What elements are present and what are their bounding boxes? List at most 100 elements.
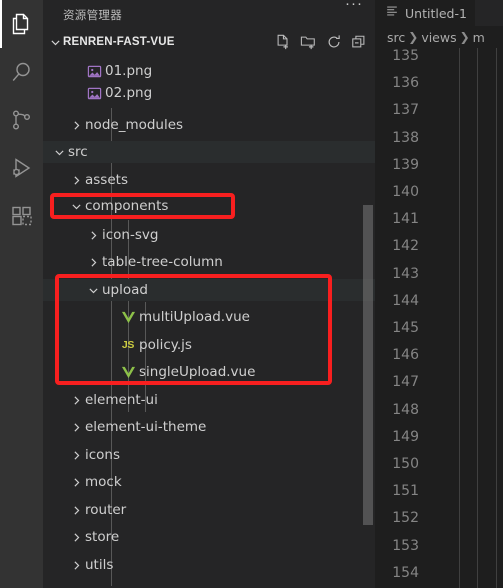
chevron-down-icon[interactable] bbox=[47, 31, 63, 53]
chevron-right-icon[interactable] bbox=[68, 416, 84, 438]
editor-line-number: 139 bbox=[392, 156, 419, 173]
tree-row[interactable]: mock bbox=[43, 471, 375, 493]
chevron-right-icon[interactable] bbox=[85, 251, 101, 273]
chevron-down-icon[interactable] bbox=[51, 141, 67, 163]
tree-row[interactable]: icon-svg bbox=[43, 224, 375, 246]
tree-row[interactable]: assets bbox=[43, 169, 375, 191]
tree-row[interactable]: element-ui-theme bbox=[43, 416, 375, 438]
untitled-file-icon bbox=[385, 4, 399, 23]
tree-row[interactable]: icons bbox=[43, 444, 375, 466]
editor-tab-untitled-1[interactable]: Untitled-1 bbox=[375, 0, 476, 26]
breadcrumb-segment[interactable]: m bbox=[473, 30, 485, 45]
editor-line-number: 141 bbox=[392, 211, 419, 228]
editor-indent-guide bbox=[477, 48, 478, 588]
breadcrumb-segment[interactable]: views bbox=[421, 30, 456, 45]
sidebar-scrollbar[interactable] bbox=[363, 205, 373, 525]
sidebar-more-actions-button[interactable]: ··· bbox=[345, 0, 363, 11]
activity-bar-item-explorer[interactable] bbox=[0, 0, 43, 48]
tree-row[interactable]: multiUpload.vue bbox=[43, 306, 375, 328]
activity-bar-item-source-control[interactable] bbox=[0, 96, 43, 144]
editor-line-number: 145 bbox=[392, 320, 419, 336]
chevron-down-icon[interactable] bbox=[85, 279, 101, 301]
chevron-right-icon[interactable] bbox=[68, 554, 84, 576]
editor-line-number: 148 bbox=[392, 401, 419, 418]
editor-line-number: 150 bbox=[392, 456, 419, 472]
editor-line-number: 138 bbox=[392, 129, 419, 146]
tree-row-label: router bbox=[85, 502, 127, 518]
image-file-icon bbox=[84, 82, 104, 104]
tree-row[interactable]: table-tree-column bbox=[43, 251, 375, 273]
editor-line-number: 142 bbox=[392, 238, 419, 255]
chevron-right-icon[interactable] bbox=[68, 526, 84, 548]
vscode-window: 资源管理器 ··· RENREN-FAST-VUE 01.png 02.png … bbox=[0, 0, 503, 588]
editor-line-number: 143 bbox=[392, 265, 419, 282]
tree-row[interactable]: store bbox=[43, 526, 375, 548]
chevron-right-icon[interactable] bbox=[68, 444, 84, 466]
activity-bar-item-run-and-debug[interactable] bbox=[0, 144, 43, 192]
explorer-sidebar: 资源管理器 ··· RENREN-FAST-VUE 01.png 02.png … bbox=[43, 0, 375, 588]
tree-row-label: table-tree-column bbox=[102, 254, 223, 270]
tree-row[interactable]: JS policy.js bbox=[43, 334, 375, 356]
tree-row-label: store bbox=[85, 529, 120, 545]
tree-row-label: multiUpload.vue bbox=[139, 309, 250, 325]
refresh-icon[interactable] bbox=[326, 34, 342, 50]
new-folder-icon[interactable] bbox=[300, 34, 317, 50]
sidebar-title: 资源管理器 bbox=[63, 8, 122, 22]
chevron-right-icon: ❯ bbox=[408, 30, 419, 44]
chevron-right-icon[interactable] bbox=[68, 389, 84, 411]
chevron-down-icon[interactable] bbox=[68, 195, 84, 217]
tree-row[interactable]: 01.png bbox=[43, 60, 375, 82]
chevron-right-icon[interactable] bbox=[85, 224, 101, 246]
chevron-right-icon[interactable] bbox=[68, 499, 84, 521]
editor-line-number: 135 bbox=[392, 48, 419, 64]
files-icon bbox=[10, 12, 34, 36]
editor-line-number: 153 bbox=[392, 537, 419, 554]
explorer-section-actions bbox=[275, 30, 367, 54]
tree-row-label: 01.png bbox=[105, 63, 153, 79]
tree-row-label: policy.js bbox=[139, 337, 192, 353]
tree-row-label: upload bbox=[102, 282, 148, 298]
new-file-icon[interactable] bbox=[275, 34, 291, 50]
chevron-right-icon[interactable] bbox=[68, 471, 84, 493]
breadcrumb-segment[interactable]: src bbox=[387, 30, 405, 45]
tree-row-label: components bbox=[85, 198, 169, 214]
chevron-right-icon[interactable] bbox=[68, 114, 84, 136]
tree-row-label: assets bbox=[85, 172, 128, 188]
tree-row[interactable]: singleUpload.vue bbox=[43, 361, 375, 383]
tree-row[interactable]: src bbox=[43, 141, 375, 163]
editor-group: Untitled-1 src ❯ views ❯ m 135 136 137 138 139 14… bbox=[375, 0, 503, 588]
editor-tab-bar: Untitled-1 bbox=[375, 0, 503, 26]
tree-row-label: src bbox=[68, 144, 88, 160]
file-tree[interactable]: 01.png 02.png node_modulessrc assets compone… bbox=[43, 54, 375, 588]
activity-bar-item-extensions[interactable] bbox=[0, 192, 43, 240]
editor-indent-guide bbox=[496, 48, 497, 588]
tree-row-label: singleUpload.vue bbox=[139, 364, 256, 380]
vue-file-icon bbox=[118, 306, 138, 328]
breadcrumb[interactable]: src ❯ views ❯ m bbox=[375, 26, 503, 48]
tree-row[interactable]: upload bbox=[43, 279, 375, 301]
explorer-section-header[interactable]: RENREN-FAST-VUE bbox=[43, 30, 375, 54]
source-control-branch-icon bbox=[10, 108, 34, 132]
editor-code-area[interactable]: 135 136 137 138 139 140 141 142 143 144 145 146 147 1… bbox=[375, 48, 503, 588]
tree-row-label: element-ui-theme bbox=[85, 419, 207, 435]
tree-row[interactable]: node_modules bbox=[43, 114, 375, 136]
tree-row[interactable]: 02.png bbox=[43, 82, 375, 104]
activity-bar-item-search[interactable] bbox=[0, 48, 43, 96]
tree-row-label: element-ui bbox=[85, 392, 158, 408]
search-icon bbox=[10, 60, 34, 84]
editor-line-number: 137 bbox=[392, 102, 419, 119]
tree-row[interactable]: router bbox=[43, 499, 375, 521]
chevron-right-icon[interactable] bbox=[68, 169, 84, 191]
tree-row[interactable]: components bbox=[43, 195, 375, 217]
chevron-right-icon: ❯ bbox=[459, 30, 470, 44]
collapse-all-icon[interactable] bbox=[351, 34, 367, 50]
editor-line-number: 149 bbox=[392, 428, 419, 445]
editor-line-number: 152 bbox=[392, 510, 419, 527]
editor-line-number: 140 bbox=[392, 184, 419, 200]
editor-line-number: 147 bbox=[392, 374, 419, 391]
tree-row[interactable]: utils bbox=[43, 554, 375, 576]
editor-line-number: 154 bbox=[392, 564, 419, 581]
editor-line-number: 151 bbox=[392, 483, 419, 500]
editor-line-number: 144 bbox=[392, 292, 419, 309]
tree-row[interactable]: element-ui bbox=[43, 389, 375, 411]
